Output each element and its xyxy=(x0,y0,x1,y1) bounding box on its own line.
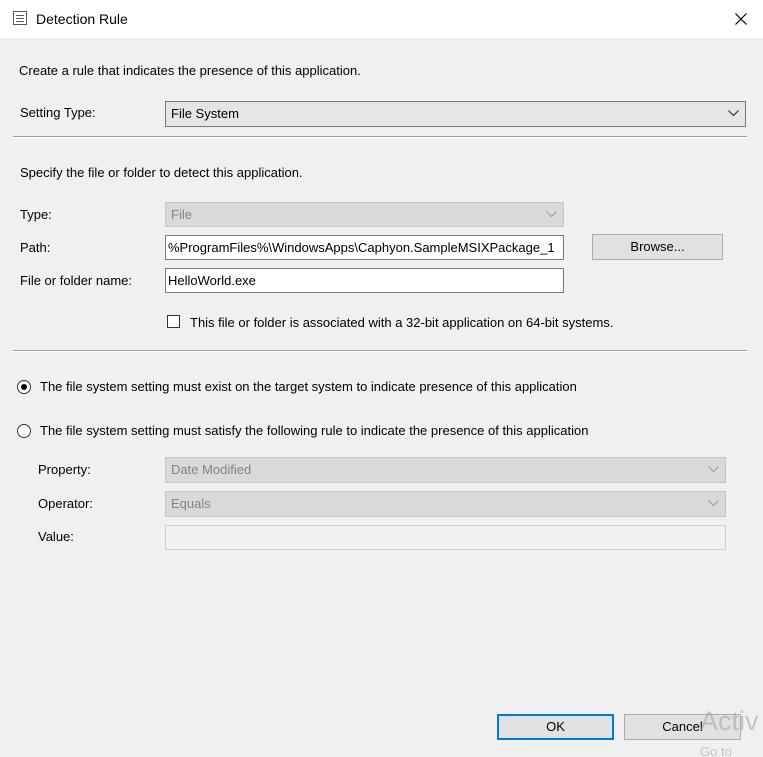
satisfy-rule-radio[interactable] xyxy=(17,424,31,438)
property-select[interactable]: Date Modified xyxy=(165,457,726,483)
setting-type-select[interactable]: File System xyxy=(165,101,746,127)
path-input[interactable]: %ProgramFiles%\WindowsApps\Caphyon.Sampl… xyxy=(165,235,564,260)
property-value: Date Modified xyxy=(171,462,252,477)
radio-selected-dot xyxy=(21,384,27,390)
file-name-label: File or folder name: xyxy=(20,273,132,288)
title-bar: Detection Rule xyxy=(0,0,763,38)
detection-rule-dialog: Detection Rule Create a rule that indica… xyxy=(0,0,763,757)
file-name-input[interactable]: HelloWorld.exe xyxy=(165,268,564,293)
type-label: Type: xyxy=(20,207,52,222)
operator-select[interactable]: Equals xyxy=(165,491,726,517)
must-exist-label: The file system setting must exist on th… xyxy=(40,379,577,394)
close-button[interactable] xyxy=(719,0,763,38)
chevron-down-icon xyxy=(546,211,557,218)
separator xyxy=(13,136,747,138)
detect-heading: Specify the file or folder to detect thi… xyxy=(20,165,303,180)
type-select[interactable]: File xyxy=(165,202,564,227)
ok-button[interactable]: OK xyxy=(497,714,614,740)
rule-document-icon xyxy=(13,11,27,25)
satisfy-rule-label: The file system setting must satisfy the… xyxy=(40,423,589,438)
activation-watermark: Activ xyxy=(700,706,759,736)
activation-watermark-sub: Go to xyxy=(700,744,732,757)
window-title: Detection Rule xyxy=(36,11,128,27)
chevron-down-icon xyxy=(708,500,719,507)
setting-type-value: File System xyxy=(171,106,239,121)
separator xyxy=(13,350,747,352)
chevron-down-icon xyxy=(708,466,719,473)
browse-button[interactable]: Browse... xyxy=(592,234,723,260)
chevron-down-icon xyxy=(728,110,739,117)
intro-text: Create a rule that indicates the presenc… xyxy=(19,63,361,78)
path-label: Path: xyxy=(20,240,51,255)
operator-label: Operator: xyxy=(38,496,93,511)
value-label: Value: xyxy=(38,529,74,544)
operator-value: Equals xyxy=(171,496,211,511)
32bit-checkbox[interactable] xyxy=(167,315,180,328)
property-label: Property: xyxy=(38,462,91,477)
32bit-checkbox-label: This file or folder is associated with a… xyxy=(190,315,614,330)
setting-type-label: Setting Type: xyxy=(20,105,96,120)
type-value: File xyxy=(171,207,192,222)
must-exist-radio[interactable] xyxy=(17,380,31,394)
close-icon xyxy=(735,13,747,25)
value-input[interactable] xyxy=(165,525,726,550)
